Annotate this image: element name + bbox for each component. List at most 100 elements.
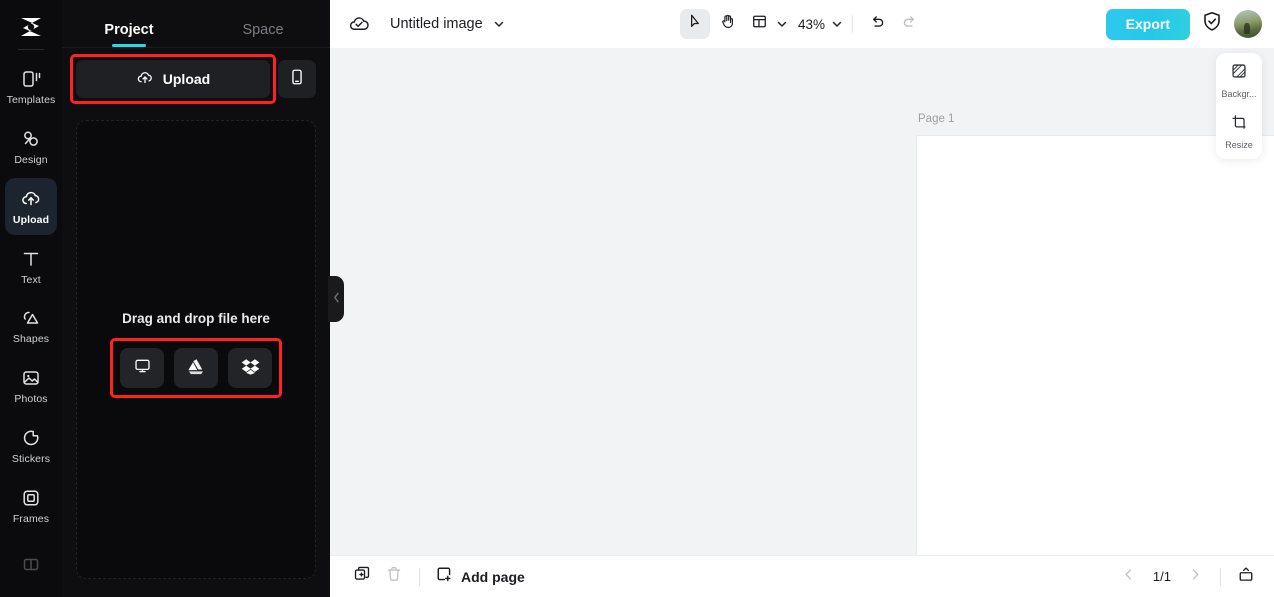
source-computer-button[interactable] [120,348,164,388]
sidebar-item-templates[interactable]: Templates [5,58,57,115]
undo-button[interactable] [862,9,892,39]
next-page-button[interactable] [1181,563,1209,591]
sidebar-item-label: Photos [14,393,48,406]
export-button[interactable]: Export [1105,8,1190,40]
dropzone[interactable]: Drag and drop file here [76,120,316,579]
chevron-left-icon [1122,568,1135,586]
sidebar-item-label: Text [21,273,41,286]
capcut-logo-icon[interactable] [11,10,51,43]
sidebar-item-photos[interactable]: Photos [5,358,57,415]
top-toolbar: Untitled image 43% Export [330,0,1274,48]
canvas-side-tools: Backgr... Resize [1216,53,1262,159]
zoom-chevron-down-icon[interactable] [831,18,843,30]
canvas-area: Page 1 Backgr... Resize [330,48,1274,555]
chevron-left-icon [333,290,340,308]
dropzone-sources [120,348,272,388]
upload-button-label: Upload [162,71,211,87]
shapes-icon [20,307,42,329]
main-area: Untitled image 43% Export Page 1 Backgr.… [330,0,1274,597]
sidebar-item-label: Upload [12,213,50,226]
monitor-icon [133,356,152,380]
tab-project[interactable]: Project [62,22,196,47]
photos-icon [20,367,42,389]
dropbox-icon [241,357,260,380]
sidebar-item-upload[interactable]: Upload [5,178,57,235]
source-google-drive-button[interactable] [174,348,218,388]
delete-page-button[interactable] [380,563,408,591]
duplicate-page-button[interactable] [348,563,376,591]
topbar-right: Export [1105,8,1262,40]
sidebar-item-design[interactable]: Design [5,118,57,175]
upload-from-mobile-button[interactable] [278,60,316,98]
select-tool-button[interactable] [679,9,710,39]
bottombar-right: 1/1 [1115,563,1260,591]
sidebar-item-text[interactable]: Text [5,238,57,295]
present-box-icon [1237,565,1255,588]
design-canvas[interactable] [917,136,1274,555]
bottom-toolbar: Add page 1/1 [330,555,1274,597]
document-title[interactable]: Untitled image [390,16,483,32]
mobile-phone-icon [289,68,305,91]
design-icon [20,128,42,150]
resize-icon [1230,113,1248,136]
hand-tool-button[interactable] [712,9,742,39]
panel-tabs: Project Space [62,0,330,48]
templates-icon [20,68,42,90]
redo-button[interactable] [894,9,924,39]
background-tool-button[interactable]: Backgr... [1216,62,1262,99]
present-button[interactable] [1232,563,1260,591]
sidebar-item-label: Shapes [12,333,50,346]
divider [1220,567,1221,586]
prev-page-button[interactable] [1115,563,1143,591]
upload-cloud-icon [136,69,154,90]
frames-icon [20,487,42,509]
hand-icon [718,13,735,35]
upload-button[interactable]: Upload [76,60,270,98]
user-avatar[interactable] [1234,10,1262,38]
stickers-icon [20,427,42,449]
google-drive-icon [187,357,206,380]
add-page-button[interactable]: Add page [435,565,525,588]
sidebar-item-label: Design [14,153,48,166]
sidebar-item-stickers[interactable]: Stickers [5,417,57,474]
sidebar-item-label: Templates [6,93,56,106]
divider [852,15,854,33]
side-tool-label: Resize [1225,140,1253,150]
dropzone-sources-wrapper [110,338,282,398]
layout-tool-button[interactable] [744,9,774,39]
chevron-down-icon[interactable] [493,18,505,30]
resize-tool-button[interactable]: Resize [1216,113,1262,150]
source-dropbox-button[interactable] [228,348,272,388]
panel-collapse-handle[interactable] [328,276,344,322]
shield-check-icon[interactable] [1202,11,1222,37]
sidebar-item-label: Stickers [11,453,51,466]
layout-icon [750,13,767,35]
background-icon [1230,62,1248,85]
page-label: Page 1 [918,113,955,125]
side-tool-label: Backgr... [1221,89,1257,99]
tab-label: Space [242,22,284,38]
divider [419,567,420,586]
more-items-icon [20,555,42,577]
sidebar-item-overflow[interactable] [5,537,57,594]
sidebar-item-frames[interactable]: Frames [5,477,57,534]
panel-actions: Upload [62,48,330,108]
cloud-saved-icon [348,14,370,34]
left-sidebar: Templates Design Upload Text Shapes Phot… [0,0,62,597]
add-page-label: Add page [461,568,525,585]
redo-icon [901,13,918,35]
zoom-level[interactable]: 43% [790,17,829,32]
divider [18,49,44,51]
layout-chevron-down-icon[interactable] [776,18,788,30]
page-count: 1/1 [1152,569,1171,584]
cursor-arrow-icon [686,13,703,35]
tab-space[interactable]: Space [196,22,330,47]
tab-label: Project [104,22,154,38]
trash-icon [385,565,403,588]
sidebar-item-shapes[interactable]: Shapes [5,298,57,355]
chevron-right-icon [1189,568,1202,586]
canvas-tools: 43% [679,9,924,39]
dropzone-text: Drag and drop file here [122,311,270,326]
upload-button-wrapper: Upload [70,54,276,104]
undo-icon [869,13,886,35]
